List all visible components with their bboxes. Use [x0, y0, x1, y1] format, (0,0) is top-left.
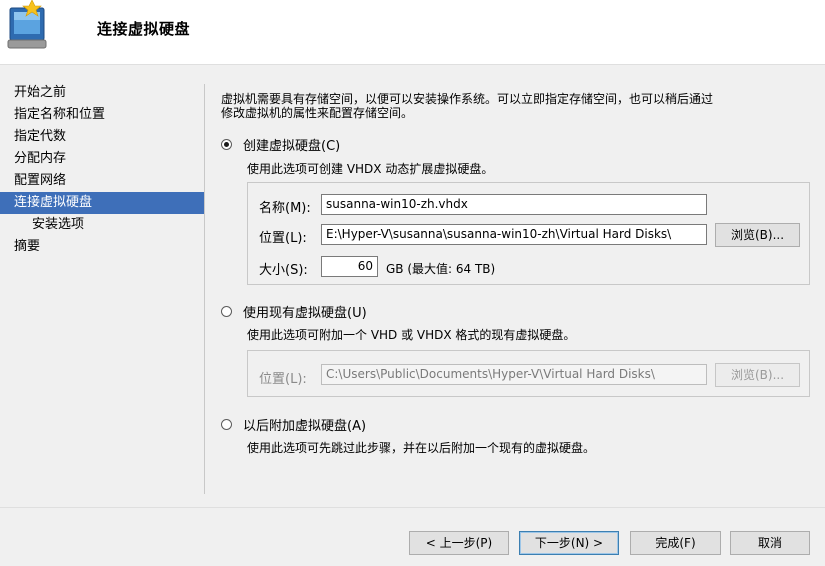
nav-item-memory[interactable]: 分配内存	[0, 148, 204, 170]
location-label: 位置(L):	[259, 231, 307, 246]
nav-item-installation-options[interactable]: 安装选项	[0, 214, 204, 236]
cancel-button[interactable]: 取消	[730, 531, 810, 555]
existing-browse-button[interactable]: 浏览(B)...	[715, 363, 800, 387]
existing-disk-label[interactable]: 使用现有虚拟硬盘(U)	[243, 302, 367, 321]
wizard-steps-nav: 开始之前 指定名称和位置 指定代数 分配内存 配置网络 连接虚拟硬盘 安装选项 …	[0, 82, 204, 258]
location-input[interactable]: E:\Hyper-V\susanna\susanna-win10-zh\Virt…	[321, 224, 707, 245]
existing-disk-group: 位置(L): C:\Users\Public\Documents\Hyper-V…	[247, 350, 810, 397]
virtual-disk-wizard-icon	[7, 0, 47, 49]
previous-button[interactable]: < 上一步(P)	[409, 531, 509, 555]
next-button[interactable]: 下一步(N) >	[519, 531, 619, 555]
nav-item-connect-virtual-hard-disk[interactable]: 连接虚拟硬盘	[0, 192, 204, 214]
nav-item-name-and-location[interactable]: 指定名称和位置	[0, 104, 204, 126]
name-input[interactable]: susanna-win10-zh.vhdx	[321, 194, 707, 215]
wizard-header: 连接虚拟硬盘	[0, 0, 825, 65]
attach-later-description: 使用此选项可先跳过此步骤，并在以后附加一个现有的虚拟硬盘。	[247, 441, 596, 455]
description-line-2: 修改虚拟机的属性来配置存储空间。	[221, 106, 414, 120]
name-label: 名称(M):	[259, 201, 311, 216]
footer-divider	[0, 507, 825, 508]
description-line-1: 虚拟机需要具有存储空间，以便可以安装操作系统。可以立即指定存储空间，也可以稍后通…	[221, 92, 714, 106]
size-label: 大小(S):	[259, 263, 308, 278]
create-disk-option[interactable]: 创建虚拟硬盘(C)	[221, 135, 340, 154]
create-disk-label[interactable]: 创建虚拟硬盘(C)	[243, 135, 340, 154]
size-unit-label: GB (最大值: 64 TB)	[386, 262, 496, 276]
nav-item-networking[interactable]: 配置网络	[0, 170, 204, 192]
vertical-divider	[204, 84, 205, 494]
existing-disk-radio[interactable]	[221, 305, 232, 317]
nav-item-generation[interactable]: 指定代数	[0, 126, 204, 148]
existing-disk-description: 使用此选项可附加一个 VHD 或 VHDX 格式的现有虚拟硬盘。	[247, 328, 576, 342]
attach-later-radio[interactable]	[221, 418, 232, 430]
size-input[interactable]: 60	[321, 256, 378, 277]
page-description: 虚拟机需要具有存储空间，以便可以安装操作系统。可以立即指定存储空间，也可以稍后通…	[221, 92, 811, 120]
nav-item-before-you-begin[interactable]: 开始之前	[0, 82, 204, 104]
browse-button[interactable]: 浏览(B)...	[715, 223, 800, 247]
attach-later-option[interactable]: 以后附加虚拟硬盘(A)	[221, 415, 366, 434]
existing-location-input[interactable]: C:\Users\Public\Documents\Hyper-V\Virtua…	[321, 364, 707, 385]
create-disk-description: 使用此选项可创建 VHDX 动态扩展虚拟硬盘。	[247, 162, 494, 176]
page-title: 连接虚拟硬盘	[97, 20, 191, 38]
nav-item-summary[interactable]: 摘要	[0, 236, 204, 258]
attach-later-label[interactable]: 以后附加虚拟硬盘(A)	[243, 415, 366, 434]
existing-disk-option[interactable]: 使用现有虚拟硬盘(U)	[221, 302, 367, 321]
existing-location-label: 位置(L):	[259, 372, 307, 387]
create-disk-group: 名称(M): susanna-win10-zh.vhdx 位置(L): E:\H…	[247, 182, 810, 285]
create-disk-radio[interactable]	[221, 138, 232, 150]
finish-button[interactable]: 完成(F)	[630, 531, 721, 555]
